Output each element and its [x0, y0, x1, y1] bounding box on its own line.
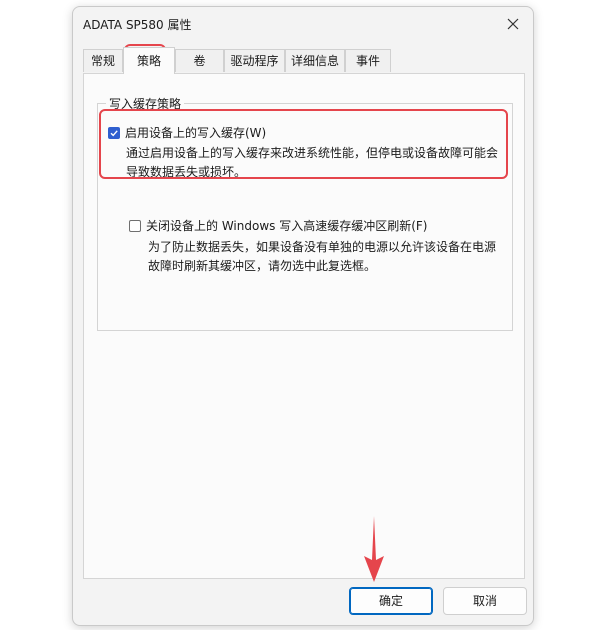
- cancel-button[interactable]: 取消: [443, 587, 527, 615]
- tab-general[interactable]: 常规: [83, 49, 123, 72]
- disable-buffer-flush-option[interactable]: 关闭设备上的 Windows 写入高速缓存缓冲区刷新(F): [129, 217, 427, 234]
- enable-write-cache-description: 通过启用设备上的写入缓存来改进系统性能，但停电或设备故障可能会 导致数据丢失或损…: [126, 144, 498, 182]
- description-line: 通过启用设备上的写入缓存来改进系统性能，但停电或设备故障可能会: [126, 146, 499, 160]
- description-line: 为了防止数据丢失，如果设备没有单独的电源以允许该设备在电源: [148, 240, 497, 254]
- policies-panel: 写入缓存策略 启用设备上的写入缓存(W) 通过启用设备上的写入缓存来改进系统性能…: [83, 73, 525, 579]
- disable-buffer-flush-label: 关闭设备上的 Windows 写入高速缓存缓冲区刷新(F): [146, 219, 428, 233]
- enable-write-cache-option[interactable]: 启用设备上的写入缓存(W): [108, 124, 266, 141]
- title-bar: ADATA SP580 属性: [73, 7, 533, 41]
- enable-write-cache-label: 启用设备上的写入缓存(W): [125, 126, 267, 140]
- description-line: 导致数据丢失或损坏。: [126, 165, 247, 179]
- tab-policies[interactable]: 策略: [123, 47, 175, 74]
- disable-buffer-flush-description: 为了防止数据丢失，如果设备没有单独的电源以允许该设备在电源 故障时刷新其缓冲区，…: [148, 238, 496, 276]
- group-title: 写入缓存策略: [106, 95, 185, 112]
- ok-button[interactable]: 确定: [349, 587, 433, 615]
- write-cache-policy-group: 写入缓存策略 启用设备上的写入缓存(W) 通过启用设备上的写入缓存来改进系统性能…: [97, 95, 513, 331]
- tab-volumes[interactable]: 卷: [175, 49, 224, 72]
- window-title: ADATA SP580 属性: [83, 18, 192, 32]
- description-line: 故障时刷新其缓冲区，请勿选中此复选框。: [148, 259, 377, 273]
- checkmark-icon: [110, 129, 118, 136]
- tab-events[interactable]: 事件: [345, 49, 391, 72]
- close-button[interactable]: [501, 12, 525, 36]
- close-icon: [507, 18, 519, 30]
- tab-driver[interactable]: 驱动程序: [224, 49, 285, 72]
- properties-dialog: ADATA SP580 属性 常规 策略 卷 驱动程序 详细信息 事件 写入缓存…: [72, 6, 534, 626]
- tab-details[interactable]: 详细信息: [285, 49, 345, 72]
- disable-buffer-flush-checkbox[interactable]: [129, 219, 141, 232]
- enable-write-cache-checkbox[interactable]: [108, 126, 120, 139]
- down-arrow-icon: [364, 516, 384, 582]
